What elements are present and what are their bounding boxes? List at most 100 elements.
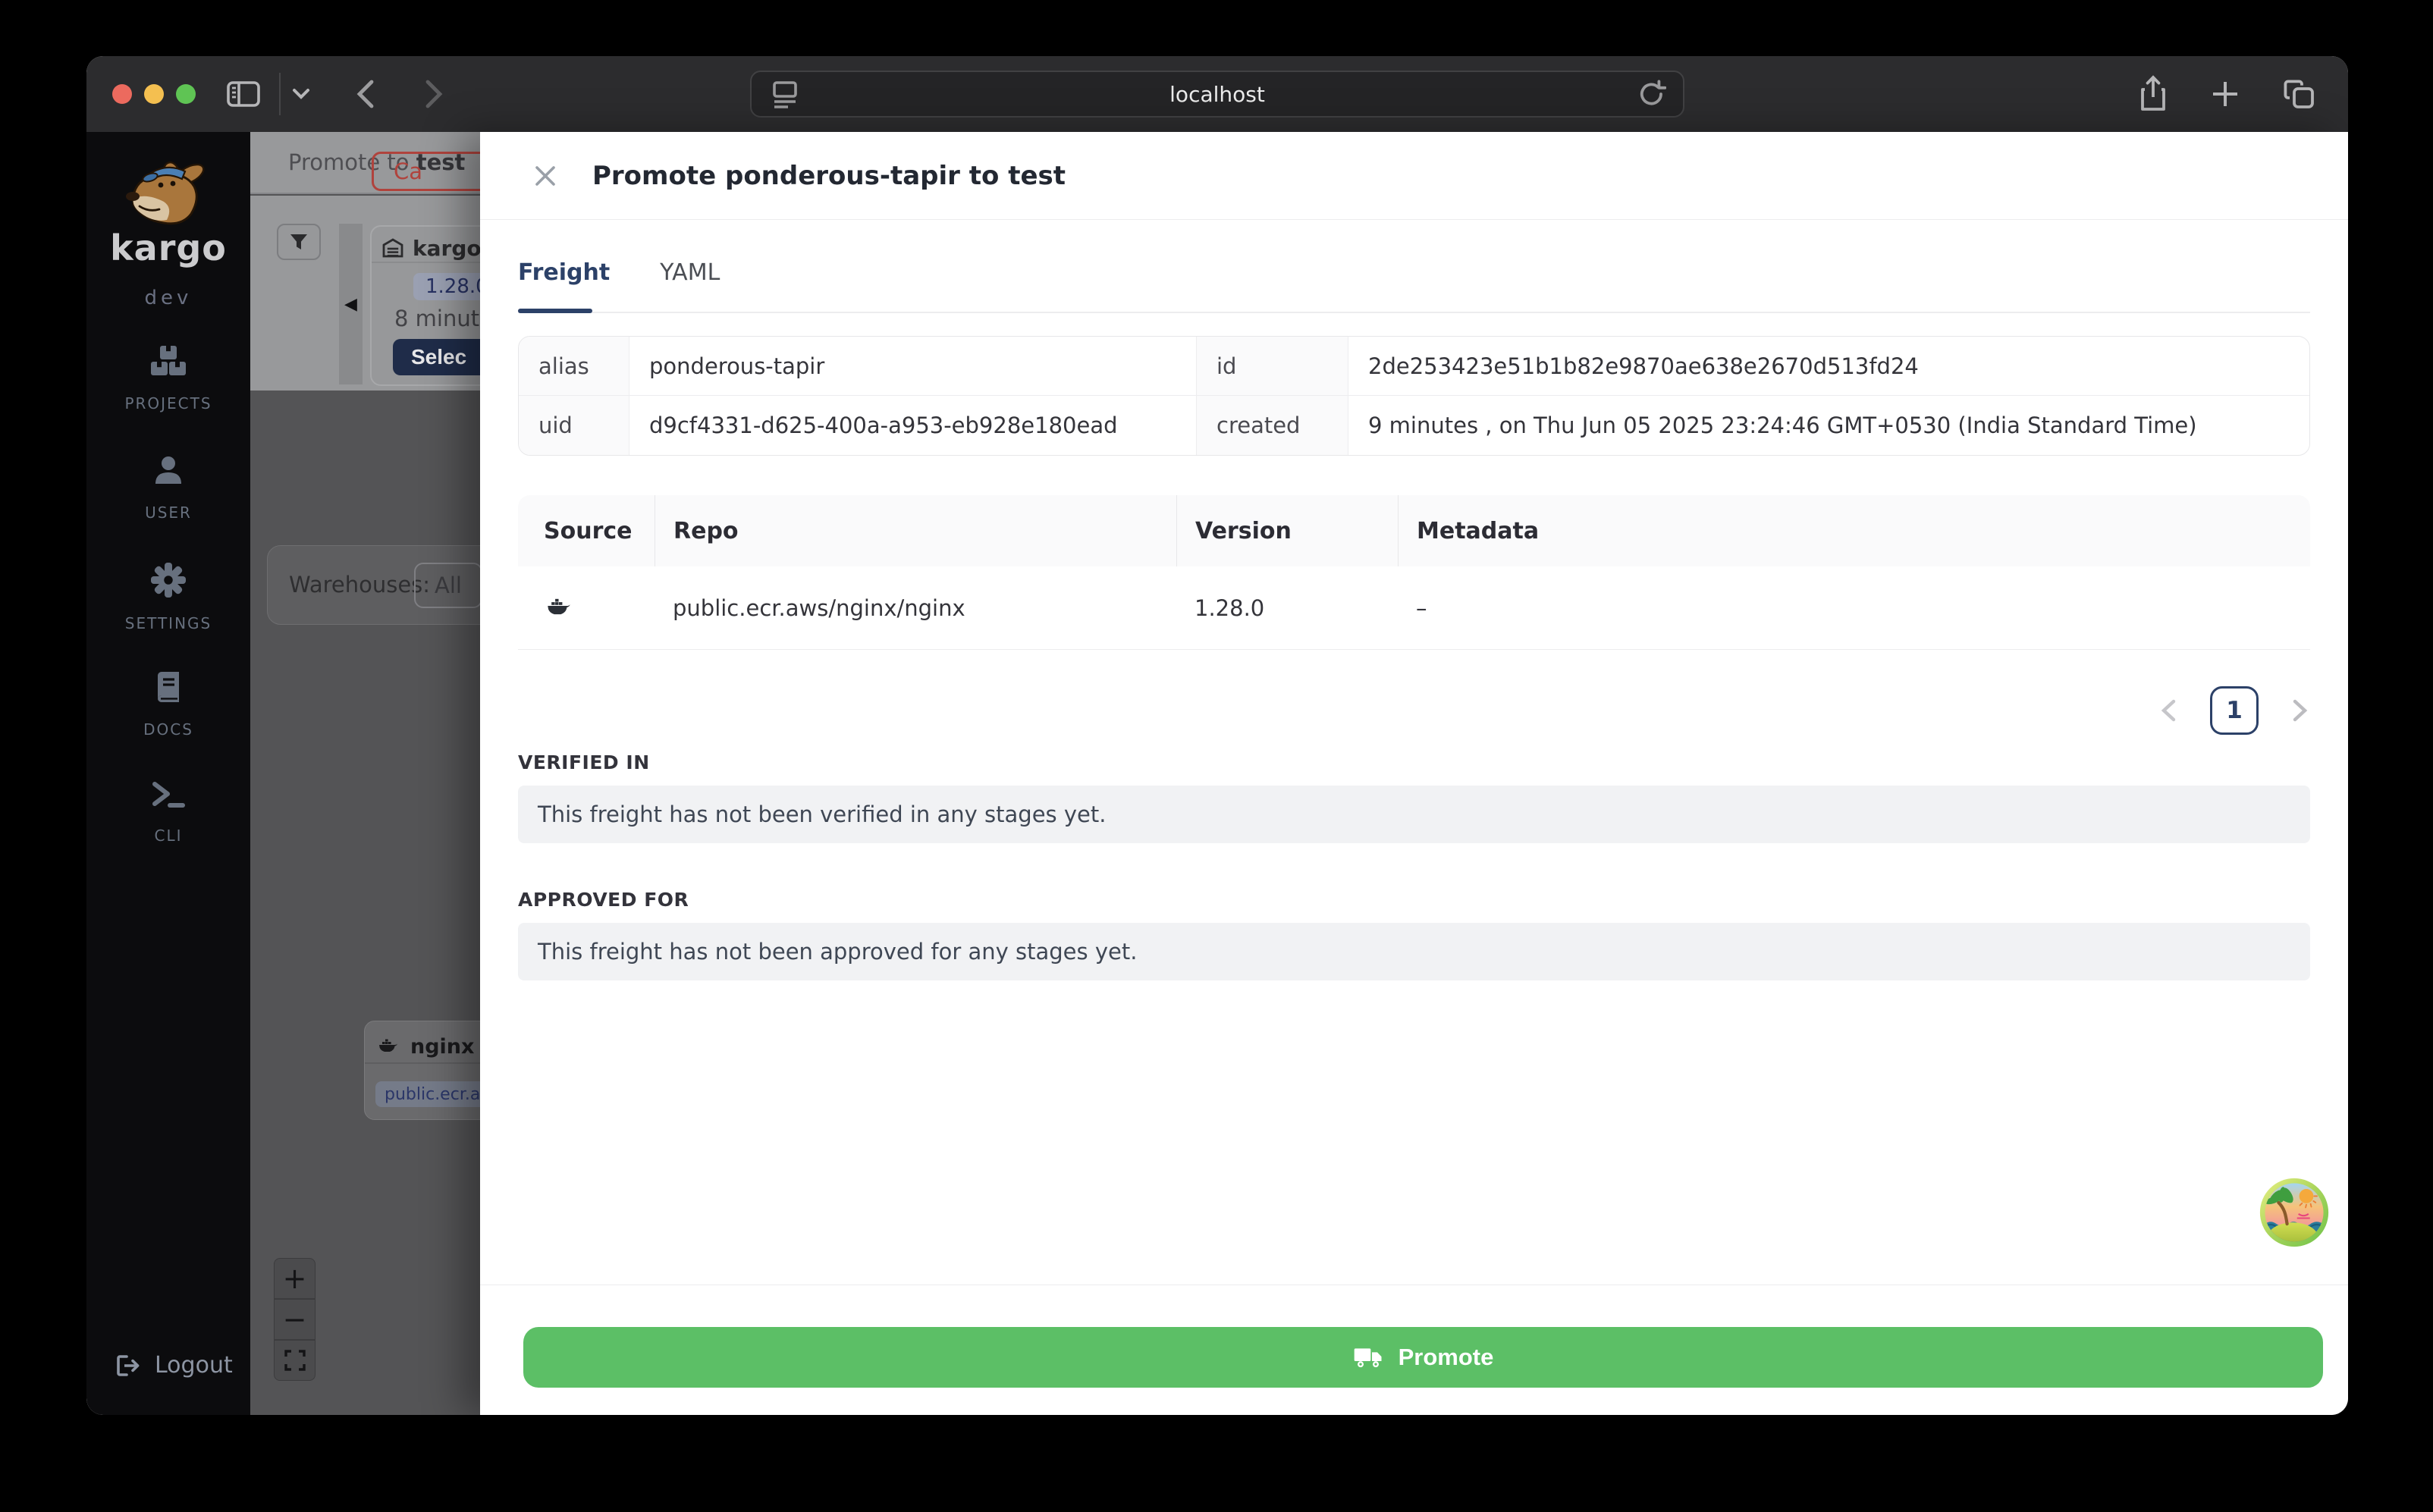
meta-value-alias: ponderous-tapir: [629, 337, 1197, 396]
docker-icon: [378, 1038, 398, 1055]
sidebar-toggle-icon[interactable]: [226, 79, 261, 109]
truck-icon: [1353, 1344, 1383, 1370]
filter-button[interactable]: [277, 224, 321, 260]
select-freight-button[interactable]: Selec: [393, 339, 480, 375]
promote-button-label: Promote: [1398, 1344, 1494, 1370]
approved-for-empty-state: This freight has not been approved for a…: [518, 923, 2310, 980]
promote-mode-bar: Promote to test Ca: [250, 132, 480, 194]
share-icon[interactable]: [2137, 74, 2169, 114]
close-icon[interactable]: [533, 164, 557, 188]
cancel-button[interactable]: Ca: [372, 152, 480, 191]
metadata-cell: –: [1416, 594, 1427, 621]
freight-version-chip[interactable]: 1.28.0: [413, 273, 480, 300]
reader-icon[interactable]: [770, 78, 800, 110]
drawer-body: Freight YAML alias ponderous-tapir id 2d…: [480, 220, 2348, 1285]
collapse-arrow-icon: ◀: [344, 294, 357, 314]
sidebar-item-settings[interactable]: SETTINGS: [86, 563, 250, 632]
island-badge: [2259, 1177, 2330, 1248]
zoom-window-button[interactable]: [176, 84, 196, 104]
meta-key: created: [1197, 396, 1348, 455]
dimmed-project-view: Promote to test Ca ◀ kargo-de: [250, 132, 480, 1415]
sidebar-item-cli[interactable]: CLI: [86, 780, 250, 845]
sidebar-item-label: DOCS: [143, 720, 193, 739]
artifacts-table: Source Repo Version Metadata public.ecr.…: [518, 495, 2310, 650]
logout-label: Logout: [155, 1352, 233, 1379]
zoom-in-button[interactable]: +: [274, 1258, 316, 1299]
reload-icon[interactable]: [1637, 78, 1666, 110]
approved-for-label: APPROVED FOR: [518, 889, 689, 911]
nginx-node-card[interactable]: nginx public.ecr.aws/nginx: [364, 1021, 480, 1120]
new-tab-icon[interactable]: [2209, 77, 2242, 111]
fit-view-button[interactable]: [274, 1340, 316, 1381]
promote-button[interactable]: Promote: [523, 1327, 2323, 1388]
repo-cell: public.ecr.aws/nginx/nginx: [673, 594, 965, 621]
forward-button[interactable]: [422, 77, 446, 111]
sidebar-item-docs[interactable]: DOCS: [86, 670, 250, 739]
browser-window: localhost kargo dev PROJECTS USER SETTIN…: [86, 56, 2348, 1415]
verified-in-label: VERIFIED IN: [518, 751, 650, 773]
nginx-repo-chip[interactable]: public.ecr.aws/nginx: [375, 1081, 480, 1107]
kargo-logo: [118, 159, 218, 229]
minimize-window-button[interactable]: [144, 84, 164, 104]
sidebar-item-label: CLI: [154, 827, 183, 845]
freight-timeline: ◀ kargo-de 1.28.0 8 minut Selec: [250, 196, 480, 391]
pipeline-graph-area: Warehouses: All nginx public.ecr.aws/ngi…: [250, 391, 480, 1415]
sidebar-item-label: SETTINGS: [124, 614, 212, 632]
meta-key: uid: [519, 396, 629, 455]
active-tab-indicator: [518, 309, 592, 313]
pagination: 1: [518, 686, 2310, 735]
table-row[interactable]: public.ecr.aws/nginx/nginx 1.28.0 –: [518, 566, 2310, 650]
address-bar[interactable]: localhost: [750, 71, 1684, 118]
sidebar-item-projects[interactable]: PROJECTS: [86, 344, 250, 413]
column-header: Version: [1176, 495, 1398, 566]
next-page-icon[interactable]: [2290, 698, 2310, 723]
user-icon: [152, 453, 185, 487]
warehouse-icon: [382, 238, 403, 258]
sidebar-item-user[interactable]: USER: [86, 453, 250, 522]
meta-key: id: [1197, 337, 1348, 396]
logout-button[interactable]: Logout: [115, 1352, 233, 1379]
warehouses-filter-panel: Warehouses: All: [267, 545, 480, 625]
tab-freight[interactable]: Freight: [518, 259, 610, 286]
column-header: Metadata: [1398, 495, 2310, 566]
drawer-header: Promote ponderous-tapir to test: [480, 132, 2348, 220]
boxes-icon: [150, 344, 187, 378]
meta-value-uid: d9cf4331-d625-400a-a953-eb928e180ead: [629, 396, 1197, 455]
verified-in-empty-state: This freight has not been verified in an…: [518, 786, 2310, 843]
back-button[interactable]: [353, 77, 378, 111]
nginx-card-title: nginx: [410, 1034, 475, 1059]
freight-id-link[interactable]: 2de253423e51b1b82e9870ae638e2670d513fd24: [1348, 337, 2309, 396]
warehouses-label: Warehouses:: [289, 572, 431, 598]
tab-bar: Freight YAML: [518, 259, 2310, 313]
chevron-down-icon[interactable]: [291, 87, 311, 101]
collapse-panel-handle[interactable]: ◀: [339, 224, 363, 384]
terminal-icon: [151, 780, 186, 810]
docker-icon: [547, 598, 571, 618]
prev-page-icon[interactable]: [2158, 698, 2178, 723]
book-icon: [152, 670, 185, 704]
brand-name: kargo: [110, 227, 227, 268]
version-cell: 1.28.0: [1195, 594, 1265, 621]
tab-yaml[interactable]: YAML: [660, 259, 720, 286]
freight-meta-table: alias ponderous-tapir id 2de253423e51b1b…: [518, 336, 2310, 456]
promote-freight-drawer: Promote ponderous-tapir to test Freight …: [480, 132, 2348, 1415]
freight-age: 8 minut: [394, 306, 480, 331]
sidebar-item-label: PROJECTS: [124, 394, 212, 413]
warehouse-card-title: kargo-de: [413, 235, 480, 261]
page-number[interactable]: 1: [2210, 686, 2259, 735]
kargo-sidebar: kargo dev PROJECTS USER SETTINGS DOCS CL…: [86, 132, 250, 1415]
zoom-out-button[interactable]: −: [274, 1299, 316, 1340]
environment-label: dev: [144, 287, 193, 309]
warehouses-all-chip[interactable]: All: [414, 563, 480, 608]
graph-zoom-controls: + −: [274, 1258, 316, 1381]
url-text: localhost: [1169, 81, 1265, 107]
warehouse-card[interactable]: kargo-de 1.28.0 8 minut Selec: [370, 225, 480, 386]
source-cell: [518, 566, 655, 649]
drawer-title: Promote ponderous-tapir to test: [592, 160, 1066, 191]
artifacts-table-header: Source Repo Version Metadata: [518, 495, 2310, 566]
column-header: Repo: [655, 495, 1176, 566]
logout-icon: [115, 1354, 141, 1378]
traffic-lights: [112, 84, 196, 104]
close-window-button[interactable]: [112, 84, 132, 104]
tab-overview-icon[interactable]: [2281, 77, 2318, 111]
